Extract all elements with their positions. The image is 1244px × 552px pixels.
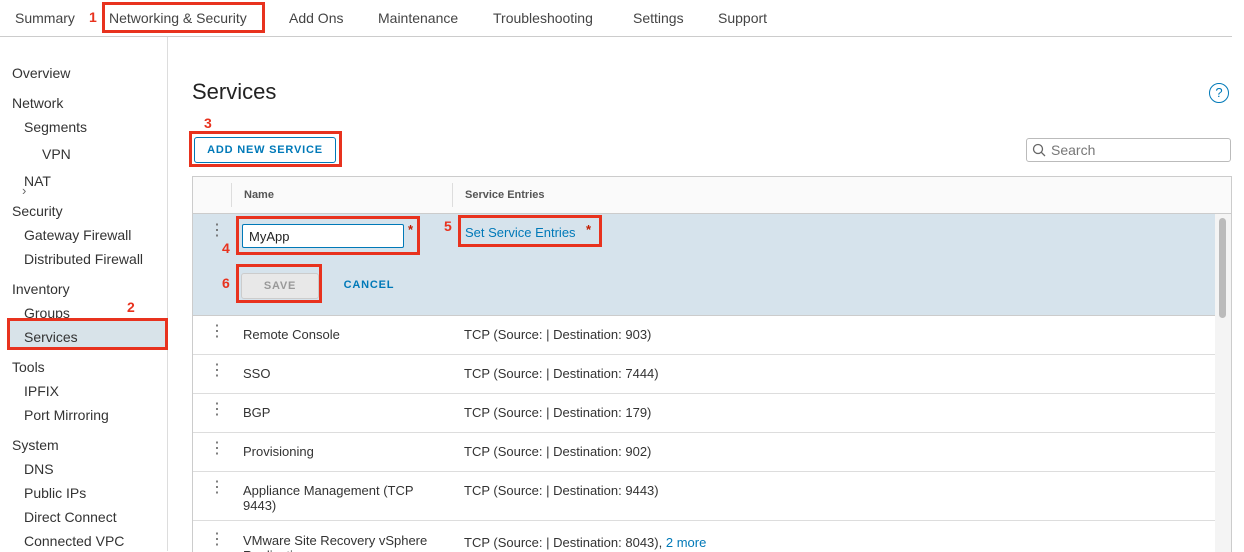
service-name: BGP <box>243 405 271 420</box>
tab-settings[interactable]: Settings <box>633 10 684 26</box>
sidebar-item-nat[interactable]: NAT <box>24 173 51 189</box>
service-name: VMware Site Recovery vSphere Replication <box>243 533 428 552</box>
service-entries: TCP (Source: | Destination: 179) <box>464 405 652 420</box>
sidebar-item-connected-vpc[interactable]: Connected VPC <box>24 533 124 549</box>
sidebar-item-direct-connect[interactable]: Direct Connect <box>24 509 117 525</box>
row-menu-icon[interactable]: ⋮ <box>209 480 225 496</box>
annotation-number: 2 <box>127 299 135 315</box>
service-entries-text: TCP (Source: | Destination: 8043), <box>464 535 663 550</box>
page-title: Services <box>192 79 277 104</box>
row-menu-icon[interactable]: ⋮ <box>209 532 225 548</box>
annotation-number: 4 <box>222 240 230 256</box>
annotation-box <box>236 216 420 255</box>
search-placeholder: Search <box>1051 142 1096 158</box>
annotation-box <box>7 318 168 350</box>
service-name: Remote Console <box>243 327 340 342</box>
column-header-service-entries[interactable]: Service Entries <box>465 189 545 201</box>
sidebar-item-vpn[interactable]: VPN <box>42 146 71 162</box>
sidebar-item-dns[interactable]: DNS <box>24 461 54 477</box>
tab-troubleshooting[interactable]: Troubleshooting <box>493 10 593 26</box>
service-entries: TCP (Source: | Destination: 7444) <box>464 366 659 381</box>
service-entries: TCP (Source: | Destination: 9443) <box>464 483 659 498</box>
help-icon[interactable]: ? <box>1209 83 1229 103</box>
sidebar-heading-security: Security <box>12 203 63 219</box>
table-row[interactable]: ⋮ SSO TCP (Source: | Destination: 7444) <box>193 355 1215 394</box>
tab-maintenance[interactable]: Maintenance <box>378 10 458 26</box>
service-name: SSO <box>243 366 271 381</box>
sidebar-item-port-mirroring[interactable]: Port Mirroring <box>24 407 109 423</box>
column-separator <box>231 183 232 207</box>
search-icon <box>1032 143 1046 157</box>
sidebar-heading-network: Network <box>12 95 64 111</box>
sidebar: Overview Network Segments › VPN NAT Secu… <box>0 37 168 551</box>
sidebar-item-gateway-firewall[interactable]: Gateway Firewall <box>24 227 131 243</box>
table-row[interactable]: ⋮ Appliance Management (TCP 9443) TCP (S… <box>193 472 1215 521</box>
service-entries: TCP (Source: | Destination: 903) <box>464 327 652 342</box>
annotation-number: 6 <box>222 275 230 291</box>
sidebar-heading-system: System <box>12 437 59 453</box>
table-row[interactable]: ⋮ Remote Console TCP (Source: | Destinat… <box>193 316 1215 355</box>
sidebar-item-distributed-firewall[interactable]: Distributed Firewall <box>24 251 143 267</box>
grid-header: Name Service Entries <box>193 177 1231 214</box>
sidebar-heading-tools: Tools <box>12 359 45 375</box>
tab-support[interactable]: Support <box>718 10 767 26</box>
service-name: Appliance Management (TCP 9443) <box>243 483 414 513</box>
row-menu-icon[interactable]: ⋮ <box>209 441 225 457</box>
annotation-box <box>189 131 342 167</box>
column-header-name[interactable]: Name <box>244 189 274 201</box>
table-row[interactable]: ⋮ VMware Site Recovery vSphere Replicati… <box>193 521 1215 552</box>
search-input[interactable]: Search <box>1026 138 1231 162</box>
sidebar-heading-inventory: Inventory <box>12 281 70 297</box>
row-menu-icon[interactable]: ⋮ <box>209 223 225 239</box>
sidebar-item-ipfix[interactable]: IPFIX <box>24 383 59 399</box>
annotation-number: 5 <box>444 218 452 234</box>
row-menu-icon[interactable]: ⋮ <box>209 402 225 418</box>
annotation-box <box>236 264 322 303</box>
service-entries: TCP (Source: | Destination: 8043), 2 mor… <box>464 535 706 550</box>
annotation-box <box>458 215 602 247</box>
column-separator <box>452 183 453 207</box>
row-menu-icon[interactable]: ⋮ <box>209 324 225 340</box>
more-entries-link[interactable]: 2 more <box>666 535 706 550</box>
annotation-number: 3 <box>204 115 212 131</box>
scrollbar-thumb[interactable] <box>1219 218 1226 318</box>
annotation-number: 1 <box>89 9 97 25</box>
sidebar-item-overview[interactable]: Overview <box>12 65 70 81</box>
sidebar-item-segments[interactable]: Segments <box>24 119 87 135</box>
annotation-box <box>102 2 265 33</box>
scrollbar[interactable] <box>1215 214 1231 552</box>
cancel-button[interactable]: CANCEL <box>333 273 405 297</box>
tab-summary[interactable]: Summary <box>15 10 75 26</box>
table-row[interactable]: ⋮ Provisioning TCP (Source: | Destinatio… <box>193 433 1215 472</box>
table-row[interactable]: ⋮ BGP TCP (Source: | Destination: 179) <box>193 394 1215 433</box>
sidebar-item-public-ips[interactable]: Public IPs <box>24 485 86 501</box>
service-entries: TCP (Source: | Destination: 902) <box>464 444 652 459</box>
service-name: Provisioning <box>243 444 314 459</box>
tab-add-ons[interactable]: Add Ons <box>289 10 343 26</box>
row-menu-icon[interactable]: ⋮ <box>209 363 225 379</box>
